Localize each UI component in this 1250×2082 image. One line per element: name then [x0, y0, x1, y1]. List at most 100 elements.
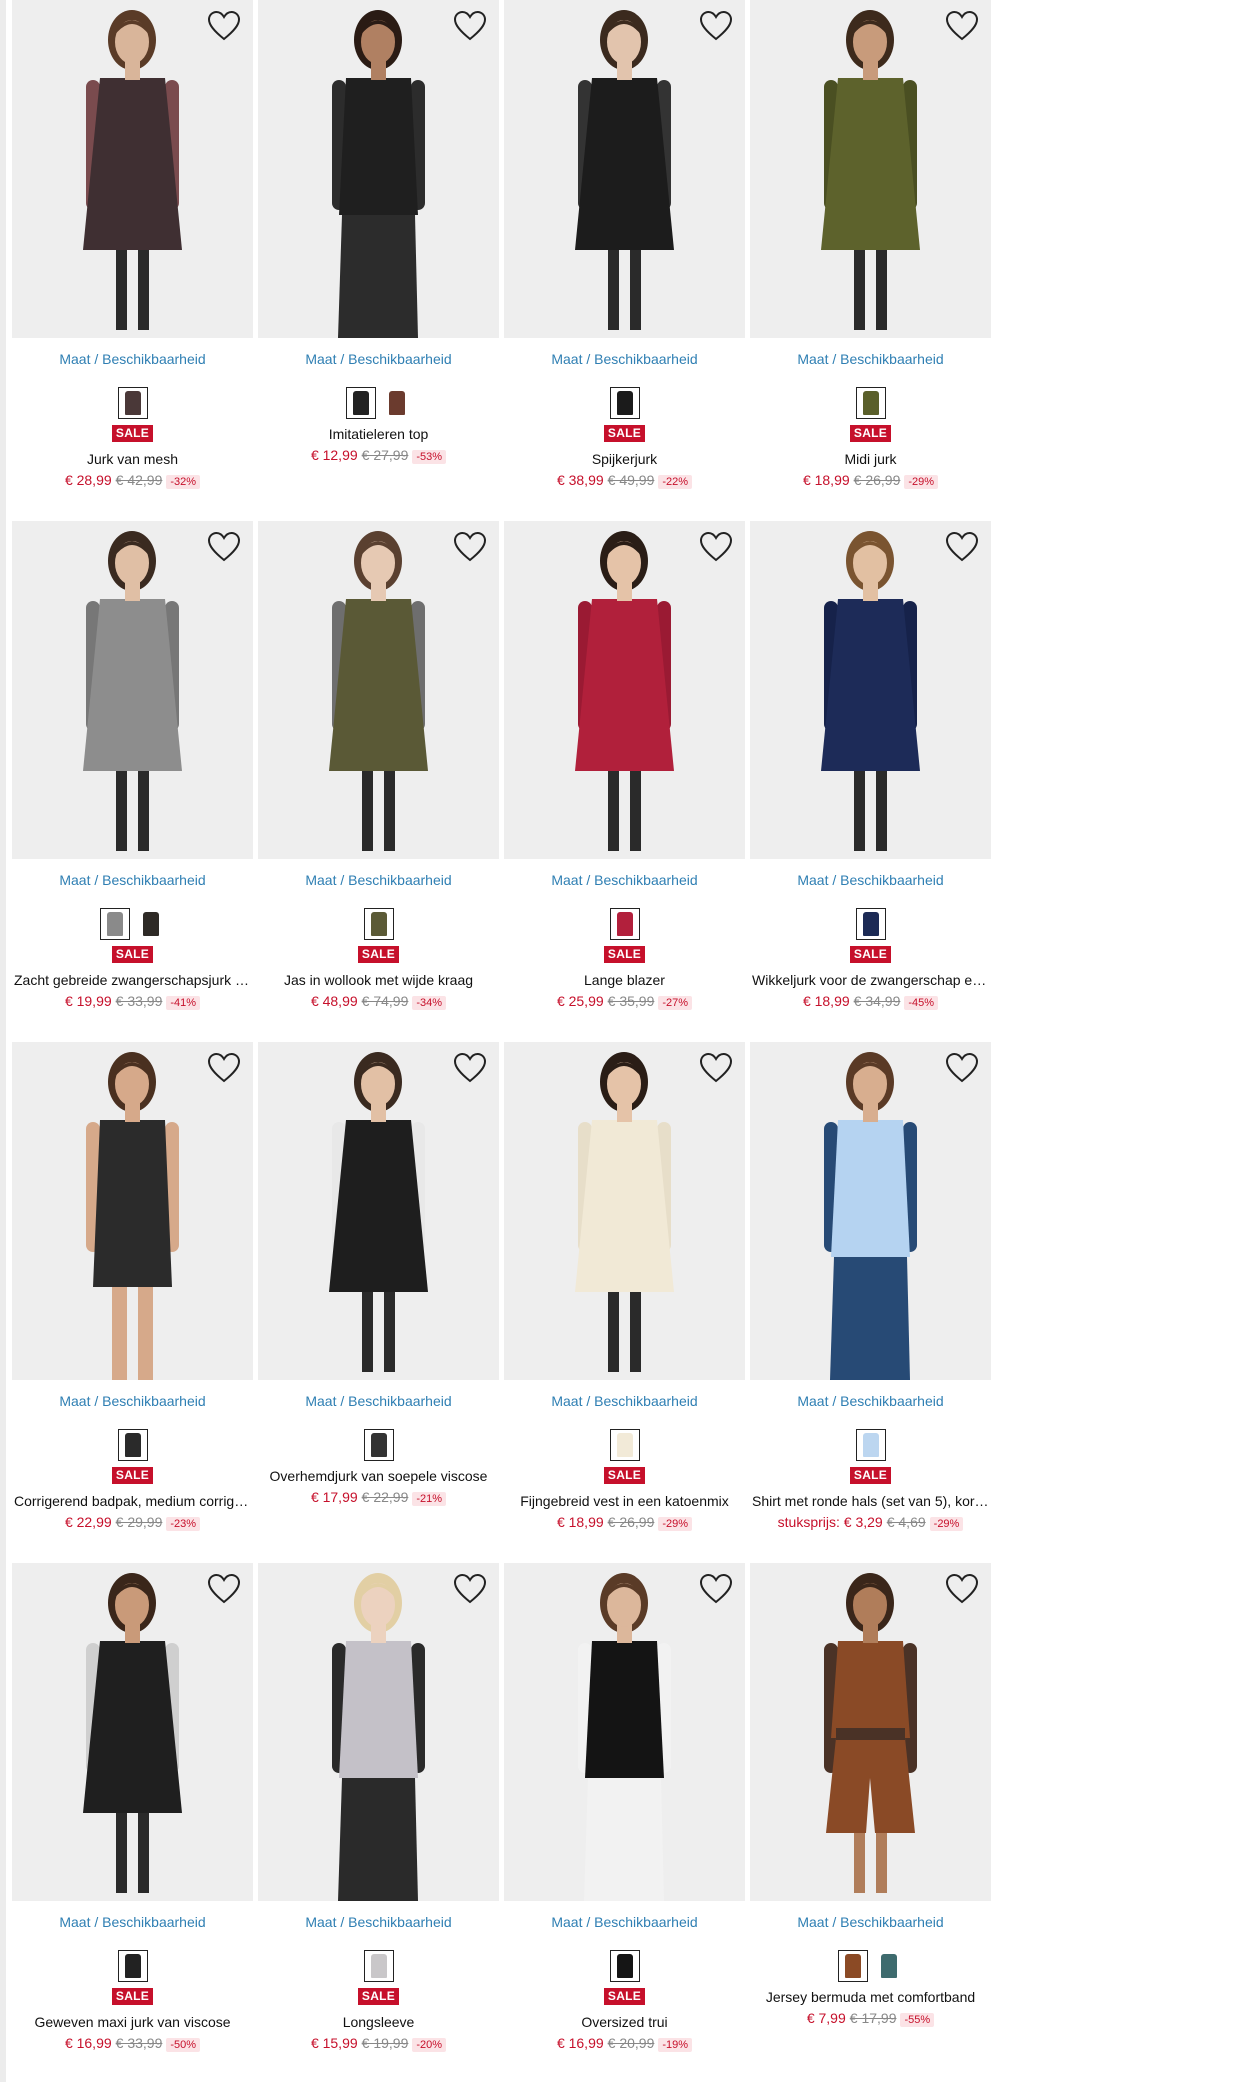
wishlist-heart-icon[interactable] — [207, 1573, 241, 1605]
product-card[interactable]: Maat / Beschikbaarheid Overhemdjurk van … — [258, 1042, 499, 1563]
wishlist-heart-icon[interactable] — [453, 10, 487, 42]
wishlist-heart-icon[interactable] — [453, 1573, 487, 1605]
product-title[interactable]: Jersey bermuda met comfortband — [750, 1988, 991, 2007]
product-image[interactable] — [504, 0, 745, 338]
color-swatch[interactable] — [837, 1950, 868, 1982]
product-image[interactable] — [504, 1042, 745, 1380]
wishlist-heart-icon[interactable] — [699, 1052, 733, 1084]
color-swatch[interactable] — [345, 387, 376, 419]
color-swatch[interactable] — [382, 387, 412, 419]
product-image[interactable] — [12, 0, 253, 338]
product-image[interactable] — [504, 1563, 745, 1901]
color-swatch[interactable] — [99, 908, 130, 940]
color-swatch[interactable] — [855, 1429, 886, 1461]
wishlist-heart-icon[interactable] — [699, 10, 733, 42]
product-card[interactable]: Maat / Beschikbaarheid SALE Wikkeljurk v… — [750, 521, 991, 1042]
wishlist-heart-icon[interactable] — [453, 531, 487, 563]
product-title[interactable]: Spijkerjurk — [504, 450, 745, 469]
size-availability-link[interactable]: Maat / Beschikbaarheid — [750, 1392, 991, 1410]
product-title[interactable]: Shirt met ronde hals (set van 5), korte … — [750, 1492, 991, 1511]
wishlist-heart-icon[interactable] — [207, 10, 241, 42]
color-swatch[interactable] — [117, 1429, 148, 1461]
product-image[interactable] — [750, 521, 991, 859]
wishlist-heart-icon[interactable] — [945, 1052, 979, 1084]
product-title[interactable]: Jas in wollook met wijde kraag — [258, 971, 499, 990]
product-card[interactable]: Maat / Beschikbaarheid SALE Longsleeve €… — [258, 1563, 499, 2082]
product-card[interactable]: Maat / Beschikbaarheid SALE Spijkerjurk … — [504, 0, 745, 521]
size-availability-link[interactable]: Maat / Beschikbaarheid — [750, 350, 991, 368]
product-card[interactable]: Maat / Beschikbaarheid SALE Lange blazer… — [504, 521, 745, 1042]
size-availability-link[interactable]: Maat / Beschikbaarheid — [504, 871, 745, 889]
wishlist-heart-icon[interactable] — [453, 1052, 487, 1084]
color-swatch[interactable] — [117, 387, 148, 419]
size-availability-link[interactable]: Maat / Beschikbaarheid — [258, 1392, 499, 1410]
product-card[interactable]: Maat / Beschikbaarheid SALE Fijngebreid … — [504, 1042, 745, 1563]
wishlist-heart-icon[interactable] — [945, 10, 979, 42]
wishlist-heart-icon[interactable] — [945, 531, 979, 563]
product-card[interactable]: Maat / Beschikbaarheid SALE Midi jurk € … — [750, 0, 991, 521]
color-swatch[interactable] — [609, 387, 640, 419]
product-title[interactable]: Imitatieleren top — [258, 425, 499, 444]
color-swatch[interactable] — [609, 1429, 640, 1461]
product-title[interactable]: Jurk van mesh — [12, 450, 253, 469]
product-image[interactable] — [12, 1563, 253, 1901]
product-title[interactable]: Lange blazer — [504, 971, 745, 990]
size-availability-link[interactable]: Maat / Beschikbaarheid — [258, 350, 499, 368]
product-image[interactable] — [12, 1042, 253, 1380]
wishlist-heart-icon[interactable] — [699, 1573, 733, 1605]
product-title[interactable]: Overhemdjurk van soepele viscose — [258, 1467, 499, 1486]
color-swatch[interactable] — [363, 1950, 394, 1982]
wishlist-heart-icon[interactable] — [699, 531, 733, 563]
color-swatch[interactable] — [855, 387, 886, 419]
size-availability-link[interactable]: Maat / Beschikbaarheid — [12, 350, 253, 368]
color-swatch[interactable] — [609, 1950, 640, 1982]
product-title[interactable]: Geweven maxi jurk van viscose — [12, 2013, 253, 2032]
product-card[interactable]: Maat / Beschikbaarheid SALE Jurk van mes… — [12, 0, 253, 521]
size-availability-link[interactable]: Maat / Beschikbaarheid — [258, 1913, 499, 1931]
wishlist-heart-icon[interactable] — [207, 531, 241, 563]
product-title[interactable]: Fijngebreid vest in een katoenmix — [504, 1492, 745, 1511]
size-availability-link[interactable]: Maat / Beschikbaarheid — [504, 1392, 745, 1410]
product-title[interactable]: Wikkeljurk voor de zwangerschap en borst… — [750, 971, 991, 990]
color-swatch[interactable] — [363, 908, 394, 940]
product-image[interactable] — [504, 521, 745, 859]
product-card[interactable]: Maat / Beschikbaarheid SALE Corrigerend … — [12, 1042, 253, 1563]
product-image[interactable] — [258, 0, 499, 338]
product-title[interactable]: Longsleeve — [258, 2013, 499, 2032]
product-title[interactable]: Corrigerend badpak, medium corrigerend — [12, 1492, 253, 1511]
size-availability-link[interactable]: Maat / Beschikbaarheid — [504, 1913, 745, 1931]
size-availability-link[interactable]: Maat / Beschikbaarheid — [12, 871, 253, 889]
color-swatch[interactable] — [855, 908, 886, 940]
product-card[interactable]: Maat / Beschikbaarheid Imitatieleren top… — [258, 0, 499, 521]
color-swatch[interactable] — [609, 908, 640, 940]
product-image[interactable] — [258, 1563, 499, 1901]
product-title[interactable]: Midi jurk — [750, 450, 991, 469]
product-card[interactable]: Maat / Beschikbaarheid SALE Shirt met ro… — [750, 1042, 991, 1563]
color-swatch[interactable] — [363, 1429, 394, 1461]
color-swatch[interactable] — [136, 908, 166, 940]
original-price: € 26,99 — [607, 1514, 655, 1530]
wishlist-heart-icon[interactable] — [207, 1052, 241, 1084]
size-availability-link[interactable]: Maat / Beschikbaarheid — [12, 1913, 253, 1931]
product-card[interactable]: Maat / Beschikbaarheid SALE Jas in wollo… — [258, 521, 499, 1042]
product-card[interactable]: Maat / Beschikbaarheid SALE Oversized tr… — [504, 1563, 745, 2082]
size-availability-link[interactable]: Maat / Beschikbaarheid — [750, 1913, 991, 1931]
product-title[interactable]: Zacht gebreide zwangerschapsjurk met wik… — [12, 971, 253, 990]
product-image[interactable] — [258, 521, 499, 859]
size-availability-link[interactable]: Maat / Beschikbaarheid — [504, 350, 745, 368]
wishlist-heart-icon[interactable] — [945, 1573, 979, 1605]
size-availability-link[interactable]: Maat / Beschikbaarheid — [750, 871, 991, 889]
product-card[interactable]: Maat / Beschikbaarheid Jersey bermuda me… — [750, 1563, 991, 2082]
product-card[interactable]: Maat / Beschikbaarheid SALE Geweven maxi… — [12, 1563, 253, 2082]
color-swatch[interactable] — [874, 1950, 904, 1982]
color-swatch[interactable] — [117, 1950, 148, 1982]
product-image[interactable] — [258, 1042, 499, 1380]
product-image[interactable] — [750, 1042, 991, 1380]
product-image[interactable] — [750, 0, 991, 338]
product-card[interactable]: Maat / Beschikbaarheid SALE Zacht gebrei… — [12, 521, 253, 1042]
product-image[interactable] — [750, 1563, 991, 1901]
product-image[interactable] — [12, 521, 253, 859]
size-availability-link[interactable]: Maat / Beschikbaarheid — [258, 871, 499, 889]
product-title[interactable]: Oversized trui — [504, 2013, 745, 2032]
size-availability-link[interactable]: Maat / Beschikbaarheid — [12, 1392, 253, 1410]
